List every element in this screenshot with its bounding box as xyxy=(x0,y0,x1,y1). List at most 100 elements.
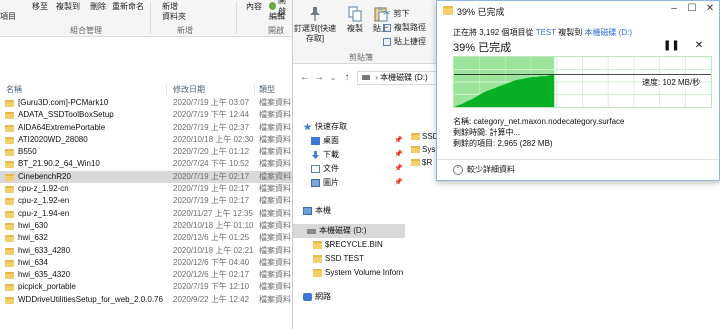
recent-dropdown-icon[interactable]: ⌄ xyxy=(327,74,339,82)
ribbon-divider xyxy=(150,2,151,34)
file-type: 檔案資料 xyxy=(259,208,291,218)
copy-path-button[interactable]: 複製路徑 xyxy=(383,22,426,33)
folder-icon xyxy=(5,198,14,206)
file-row[interactable]: hwi_630 2020/10/18 上午 01:10 檔案資料 xyxy=(0,220,292,232)
file-row[interactable]: picpick_portable 2020/7/19 下午 12:10 檔案資料 xyxy=(0,281,292,293)
properties-button[interactable]: 內容 xyxy=(246,0,262,12)
nav-item[interactable]: 文件 📌 xyxy=(293,162,405,176)
file-date: 2020/7/19 下午 12:44 xyxy=(173,110,250,120)
rename-button[interactable]: 重新命名 xyxy=(112,0,144,12)
file-row[interactable]: B550 2020/7/20 上午 01:12 檔案資料 xyxy=(0,146,292,158)
column-date[interactable]: 修改日期 xyxy=(173,84,205,95)
cut-button[interactable]: ✂ 剪下 xyxy=(383,8,410,19)
folder-icon xyxy=(5,186,14,194)
copy-status-line: 正在將 3,192 個項目從 TEST 複製到 本機磁碟 (D:) xyxy=(453,28,633,37)
left-column-header: 名稱 修改日期 類型 xyxy=(0,84,292,96)
move-to-button[interactable]: 移至 xyxy=(32,0,48,12)
column-divider[interactable] xyxy=(166,84,167,95)
breadcrumb-current[interactable]: 本機磁碟 (D:) xyxy=(380,73,428,82)
document-icon xyxy=(311,165,320,173)
pin-icon: 📌 xyxy=(394,137,403,144)
destination-link[interactable]: 本機磁碟 (D:) xyxy=(584,28,632,37)
nav-item[interactable]: System Volume Inforn xyxy=(293,266,405,280)
breadcrumb-separator: › xyxy=(375,73,378,82)
column-divider[interactable] xyxy=(254,84,255,95)
nav-item[interactable]: 圖片 📌 xyxy=(293,176,405,190)
file-date: 2020/10/18 上午 02:21 xyxy=(173,245,254,255)
nav-item[interactable]: 下載 📌 xyxy=(293,148,405,162)
delete-button[interactable]: 刪除 xyxy=(90,0,106,12)
new-item-sub: 項目 xyxy=(0,12,16,21)
file-row[interactable]: WDDriveUtilitiesSetup_for_web_2.0.0.76 20… xyxy=(0,294,292,306)
file-date: 2020/7/19 上午 02:17 xyxy=(173,196,250,206)
folder-icon xyxy=(411,159,420,166)
nav-item[interactable]: 桌面 📌 xyxy=(293,134,405,148)
maximize-icon[interactable]: ☐ xyxy=(685,3,699,14)
file-row[interactable]: cpu-z_1.92-en 2020/7/19 上午 02:17 檔案資料 xyxy=(0,195,292,207)
file-row[interactable]: cpu-z_1.92-cn 2020/7/19 上午 02:17 檔案資料 xyxy=(0,183,292,195)
file-date: 2020/11/27 上午 12:35 xyxy=(173,208,253,218)
pin-icon: 📌 xyxy=(394,151,403,158)
folder-icon xyxy=(5,259,14,267)
file-date: 2020/12/6 上午 02:17 xyxy=(173,270,250,280)
speed-readout: 速度: 102 MB/秒 xyxy=(641,77,702,88)
dialog-title: 39% 已完成 xyxy=(457,7,505,17)
file-type: 檔案資料 xyxy=(259,245,291,255)
folder-icon xyxy=(411,133,420,140)
file-row[interactable]: BT_21.90.2_64_Win10 2020/7/24 下午 10:52 檔案資… xyxy=(0,158,292,170)
dialog-divider xyxy=(437,159,719,160)
percent-complete: 39% 已完成 xyxy=(453,42,512,54)
source-link[interactable]: TEST xyxy=(536,28,556,37)
file-row[interactable]: hwi_634 2020/12/6 下午 04:40 檔案資料 xyxy=(0,257,292,269)
paste-shortcut-button[interactable]: 貼上捷徑 xyxy=(383,36,426,47)
file-type: 檔案資料 xyxy=(259,257,291,267)
nav-item-label: SSD TEST xyxy=(325,254,364,263)
copy-to-button[interactable]: 複製到 xyxy=(56,0,80,12)
file-type: 檔案資料 xyxy=(259,184,291,194)
copy-path-icon xyxy=(383,23,391,32)
file-type: 檔案資料 xyxy=(259,98,291,107)
file-row[interactable]: ADATA_SSDToolBoxSetup 2020/7/19 下午 12:44 檔… xyxy=(0,109,292,121)
file-name: CinebenchR20 xyxy=(18,171,71,181)
less-details-button[interactable]: ⌃ 較少詳細資料 xyxy=(453,164,515,175)
nav-item[interactable]: 快速存取 xyxy=(293,120,405,134)
close-icon[interactable]: ✕ xyxy=(703,3,717,14)
back-arrow-icon[interactable]: ← xyxy=(299,72,311,83)
nav-item[interactable]: 本機 xyxy=(293,204,405,218)
file-row[interactable]: AIDA64ExtremePortable 2020/7/19 上午 02:37 檔… xyxy=(0,122,292,134)
file-row[interactable]: cpu-z_1.94-en 2020/11/27 上午 12:35 檔案資料 xyxy=(0,208,292,220)
nav-item[interactable]: 本機磁碟 (D:) xyxy=(293,224,405,238)
nav-item-label: 下載 xyxy=(323,150,339,159)
file-name: hwi_630 xyxy=(18,220,48,230)
dialog-titlebar[interactable]: 39% 已完成 – ☐ ✕ xyxy=(437,1,719,21)
file-row[interactable]: hwi_633_4280 2020/10/18 上午 02:21 檔案資料 xyxy=(0,245,292,257)
up-arrow-icon[interactable]: ↑ xyxy=(341,72,353,83)
pause-icon[interactable]: ❚❚ xyxy=(663,40,680,51)
file-row[interactable]: hwi_635_4320 2020/12/6 上午 02:17 檔案資料 xyxy=(0,269,292,281)
file-row[interactable]: hwi_632 2020/12/6 上午 01:25 檔案資料 xyxy=(0,232,292,244)
file-name: hwi_634 xyxy=(18,257,48,267)
column-type[interactable]: 類型 xyxy=(259,84,275,95)
edit-sub[interactable]: 編輯 xyxy=(269,11,285,22)
minimize-icon[interactable]: – xyxy=(667,3,681,14)
cancel-icon[interactable]: ✕ xyxy=(693,40,705,51)
group-open-label: 開啟 xyxy=(268,26,284,35)
network-icon xyxy=(303,293,312,301)
forward-arrow-icon[interactable]: → xyxy=(313,72,325,83)
file-row[interactable]: [Guru3D.com]-PCMark10 2020/7/19 上午 03:07 檔… xyxy=(0,97,292,109)
folder-icon xyxy=(443,6,453,15)
file-row[interactable]: CinebenchR20 2020/7/19 上午 02:17 檔案資料 xyxy=(0,170,292,184)
file-name: BT_21.90.2_64_Win10 xyxy=(18,159,100,169)
file-name: hwi_633_4280 xyxy=(18,245,71,255)
file-row[interactable]: ATI2020WD_28080 2020/10/18 上午 02:30 檔案資料 xyxy=(0,134,292,146)
nav-item[interactable]: 網路 xyxy=(293,290,405,304)
nav-item[interactable]: $RECYCLE.BIN xyxy=(293,238,405,252)
pin-quick-access-button[interactable]: 釘選到[快速存取] xyxy=(293,6,337,44)
file-name: hwi_635_4320 xyxy=(18,270,71,280)
clipboard-group-label: 剪貼簿 xyxy=(349,53,373,62)
picture-icon xyxy=(311,179,320,187)
column-name[interactable]: 名稱 xyxy=(6,84,22,95)
file-date: 2020/12/6 下午 04:40 xyxy=(173,257,250,267)
nav-item[interactable]: SSD TEST xyxy=(293,252,405,266)
shortcut-icon xyxy=(383,37,391,46)
